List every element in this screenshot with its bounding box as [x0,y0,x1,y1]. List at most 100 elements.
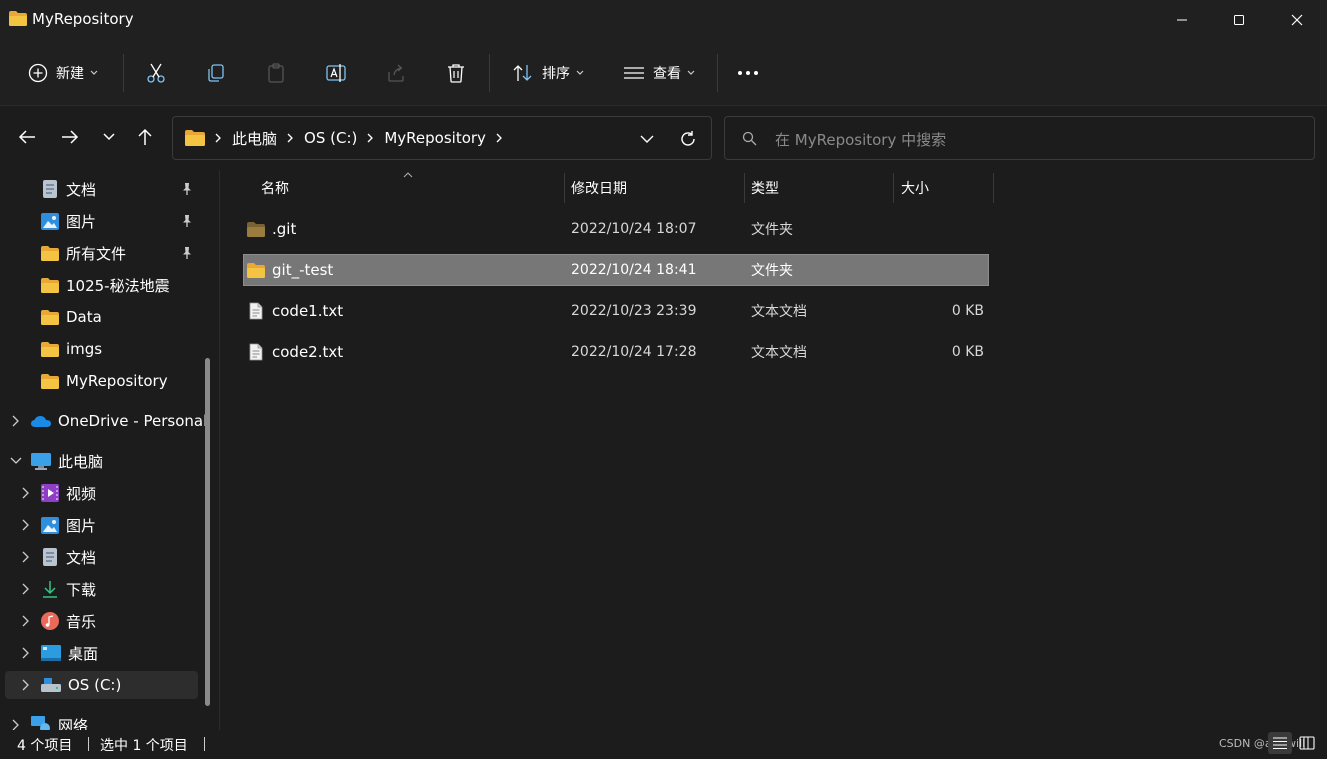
sidebar-item-network[interactable]: 网络 [31,711,88,730]
documents-icon [41,548,59,566]
large-icons-view-button[interactable] [1295,732,1319,754]
file-modified: 2022/10/23 23:39 [571,303,697,319]
minimize-button[interactable] [1153,0,1211,40]
sidebar-item-this-pc[interactable]: 此电脑 [31,447,103,475]
sidebar-item-all-files[interactable]: 所有文件 [41,239,126,267]
music-icon [41,612,59,630]
breadcrumb-myrepository[interactable]: MyRepository [384,129,486,147]
column-separator[interactable] [744,173,745,203]
pin-icon[interactable] [180,214,194,228]
column-separator[interactable] [993,173,994,203]
computer-icon [31,452,51,470]
sidebar-item-1025[interactable]: 1025-秘法地震 [41,271,170,299]
back-button[interactable] [12,117,42,157]
list-view-icon [624,67,644,79]
up-button[interactable] [130,117,160,157]
address-bar[interactable]: 此电脑 OS (C:) MyRepository [172,116,712,160]
sidebar-item-documents[interactable]: 文档 [41,175,96,203]
column-header-name[interactable]: 名称 [261,170,289,206]
column-header-size[interactable]: 大小 [901,170,929,206]
sidebar-item-os-c[interactable]: OS (C:) [41,671,121,699]
sidebar-item-desktop[interactable]: 桌面 [41,639,98,667]
paste-button[interactable] [260,54,292,92]
trash-icon [448,64,464,83]
chevron-right-icon[interactable] [20,583,32,595]
column-separator[interactable] [564,173,565,203]
arrow-left-icon [18,130,35,144]
share-button[interactable] [380,54,412,92]
view-button[interactable]: 查看 [616,54,702,92]
rename-button[interactable] [320,54,352,92]
sidebar-item-pc-documents[interactable]: 文档 [41,543,96,571]
recent-locations-button[interactable] [94,117,124,157]
command-bar: 新建 排序 查看 [0,40,1327,106]
forward-button[interactable] [55,117,85,157]
copy-button[interactable] [200,54,232,92]
chevron-right-icon[interactable] [10,415,22,427]
sidebar-item-myrepository[interactable]: MyRepository [41,367,168,395]
more-options-button[interactable] [732,54,764,92]
new-button[interactable]: 新建 [18,54,108,92]
breadcrumb-this-pc[interactable]: 此电脑 [232,128,277,149]
chevron-right-icon[interactable] [20,615,32,627]
column-header-modified[interactable]: 修改日期 [571,170,627,206]
close-icon [1291,14,1303,26]
file-name: code2.txt [272,343,344,361]
column-header-type[interactable]: 类型 [751,170,779,206]
sort-button[interactable]: 排序 [506,54,590,92]
folder-icon [41,308,59,326]
folder-icon [41,372,59,390]
chevron-right-icon[interactable] [20,519,32,531]
refresh-button[interactable] [676,127,700,151]
chevron-down-icon [576,70,584,75]
sidebar-item-pc-pictures[interactable]: 图片 [41,511,96,539]
maximize-button[interactable] [1210,0,1268,40]
chevron-down-icon[interactable] [10,455,22,467]
chevron-right-icon[interactable] [10,719,22,730]
sidebar-item-downloads[interactable]: 下载 [41,575,96,603]
arrow-up-icon [138,128,152,145]
chevron-right-icon[interactable] [20,647,32,659]
chevron-right-icon[interactable] [20,551,32,563]
pin-icon[interactable] [180,246,194,260]
downloads-icon [41,580,59,598]
navigation-pane: 文档 图片 所有文件 1025-秘法地震 Data imgs MyReposit… [0,170,220,730]
sidebar-item-imgs[interactable]: imgs [41,335,102,363]
text-file-icon [249,295,269,327]
pin-icon[interactable] [180,182,194,196]
file-modified: 2022/10/24 17:28 [571,344,697,360]
sidebar-item-onedrive[interactable]: OneDrive - Personal [31,407,207,435]
chevron-right-icon[interactable] [20,487,32,499]
sidebar-item-data[interactable]: Data [41,303,102,331]
drive-icon [41,676,61,694]
breadcrumb-os-c[interactable]: OS (C:) [304,129,357,147]
file-name: code1.txt [272,302,344,320]
close-button[interactable] [1268,0,1326,40]
delete-button[interactable] [440,54,472,92]
table-row[interactable]: code1.txt 2022/10/23 23:39 文本文档 0 KB [243,295,989,327]
breadcrumb-separator-icon [496,133,503,143]
search-box[interactable]: 在 MyRepository 中搜索 [724,116,1315,160]
table-row[interactable]: code2.txt 2022/10/24 17:28 文本文档 0 KB [243,336,989,368]
arrow-right-icon [62,130,79,144]
cut-button[interactable] [140,54,172,92]
refresh-icon [681,131,695,146]
column-separator[interactable] [893,173,894,203]
minimize-icon [1177,19,1187,21]
watermark: CSDN @ass-will [1219,737,1306,750]
item-count: 4 个项目 [17,738,73,754]
sidebar-scrollbar[interactable] [205,358,210,706]
search-placeholder: 在 MyRepository 中搜索 [775,131,947,149]
rename-icon [326,64,346,82]
table-row[interactable]: git_-test 2022/10/24 18:41 文件夹 [243,254,989,286]
sidebar-item-pictures[interactable]: 图片 [41,207,96,235]
chevron-right-icon[interactable] [20,679,32,691]
sidebar-item-music[interactable]: 音乐 [41,607,96,635]
status-separator [88,737,89,751]
tiles-view-icon [1299,736,1315,750]
sidebar-item-videos[interactable]: 视频 [41,479,96,507]
share-icon [388,64,404,82]
details-view-button[interactable] [1268,732,1292,754]
address-history-button[interactable] [635,129,659,149]
table-row[interactable]: .git 2022/10/24 18:07 文件夹 [243,213,989,245]
